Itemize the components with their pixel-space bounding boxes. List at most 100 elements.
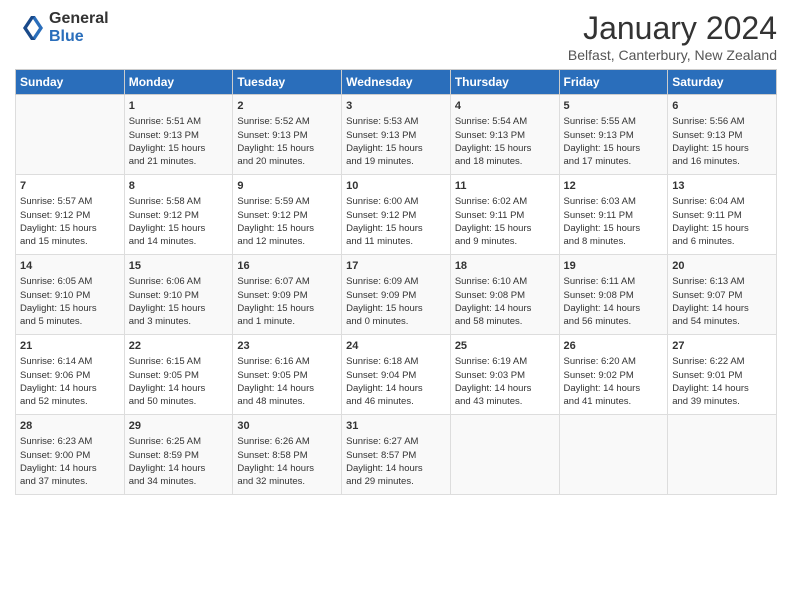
week-row-0: 1Sunrise: 5:51 AM Sunset: 9:13 PM Daylight… [16,95,777,175]
calendar-cell [668,415,777,495]
cell-text: Sunrise: 6:02 AM [455,195,555,208]
calendar-cell: 18Sunrise: 6:10 AMSunset: 9:08 PMDayligh… [450,255,559,335]
cell-text: Sunrise: 6:05 AM [20,275,120,288]
cell-text: Sunset: 9:09 PM [237,289,337,302]
cell-text: and 12 minutes. [237,235,337,248]
cell-text: Sunset: 9:10 PM [129,289,229,302]
cell-text: Sunset: 8:57 PM [346,449,446,462]
cell-text: and 17 minutes. [564,155,664,168]
cell-text: Daylight: 15 hours [237,142,337,155]
header: General Blue January 2024 Belfast, Cante… [15,10,777,63]
cell-text: Sunrise: 6:26 AM [237,435,337,448]
cell-text: Daylight: 14 hours [237,382,337,395]
cell-text: and 58 minutes. [455,315,555,328]
cell-text: Sunrise: 5:57 AM [20,195,120,208]
calendar-cell: 8Sunrise: 5:58 AMSunset: 9:12 PMDaylight… [124,175,233,255]
cell-text: Sunrise: 5:51 AM [129,115,229,128]
calendar-cell: 9Sunrise: 5:59 AMSunset: 9:12 PMDaylight… [233,175,342,255]
calendar-title: January 2024 [568,10,777,47]
col-tuesday: Tuesday [233,70,342,95]
calendar-cell: 14Sunrise: 6:05 AMSunset: 9:10 PMDayligh… [16,255,125,335]
cell-text: Sunrise: 6:20 AM [564,355,664,368]
calendar-cell [450,415,559,495]
cell-text: and 46 minutes. [346,395,446,408]
cell-text: and 9 minutes. [455,235,555,248]
cell-text: Sunrise: 5:58 AM [129,195,229,208]
calendar-cell: 11Sunrise: 6:02 AMSunset: 9:11 PMDayligh… [450,175,559,255]
cell-text: Daylight: 15 hours [237,302,337,315]
logo-general: General [49,10,109,28]
cell-text: Sunset: 9:01 PM [672,369,772,382]
cell-text: Sunset: 9:05 PM [237,369,337,382]
week-row-3: 21Sunrise: 6:14 AMSunset: 9:06 PMDayligh… [16,335,777,415]
cell-text: Sunset: 9:12 PM [346,209,446,222]
day-number: 5 [564,99,664,114]
cell-text: Sunrise: 6:09 AM [346,275,446,288]
calendar-cell: 25Sunrise: 6:19 AMSunset: 9:03 PMDayligh… [450,335,559,415]
cell-text: Daylight: 14 hours [564,302,664,315]
day-number: 20 [672,259,772,274]
cell-text: Daylight: 14 hours [564,382,664,395]
cell-text: Sunset: 9:00 PM [20,449,120,462]
cell-text: Daylight: 14 hours [672,302,772,315]
calendar-cell: 23Sunrise: 6:16 AMSunset: 9:05 PMDayligh… [233,335,342,415]
calendar-cell: 5Sunrise: 5:55 AMSunset: 9:13 PMDaylight… [559,95,668,175]
calendar-cell [559,415,668,495]
calendar-table: Sunday Monday Tuesday Wednesday Thursday… [15,69,777,495]
header-row: Sunday Monday Tuesday Wednesday Thursday… [16,70,777,95]
cell-text: and 16 minutes. [672,155,772,168]
day-number: 30 [237,419,337,434]
cell-text: Sunrise: 6:04 AM [672,195,772,208]
day-number: 31 [346,419,446,434]
cell-text: Sunset: 9:12 PM [20,209,120,222]
day-number: 28 [20,419,120,434]
cell-text: and 20 minutes. [237,155,337,168]
cell-text: Sunrise: 5:55 AM [564,115,664,128]
cell-text: Sunset: 9:07 PM [672,289,772,302]
week-row-2: 14Sunrise: 6:05 AM Sunset: 9:10 PM Dayligh… [16,255,777,335]
cell-text: Daylight: 14 hours [20,462,120,475]
cell-text: Sunset: 9:13 PM [672,129,772,142]
cell-text: Daylight: 15 hours [346,222,446,235]
cell-text: Sunset: 9:13 PM [564,129,664,142]
logo: General Blue [15,10,109,46]
day-number: 1 [129,99,229,114]
cell-text: and 8 minutes. [564,235,664,248]
calendar-cell: 20Sunrise: 6:13 AMSunset: 9:07 PMDayligh… [668,255,777,335]
cell-text: Daylight: 15 hours [672,222,772,235]
cell-text: Sunrise: 6:06 AM [129,275,229,288]
calendar-cell: 29Sunrise: 6:25 AMSunset: 8:59 PMDayligh… [124,415,233,495]
cell-text: Sunrise: 6:22 AM [672,355,772,368]
calendar-cell: 17Sunrise: 6:09 AMSunset: 9:09 PMDayligh… [342,255,451,335]
col-friday: Friday [559,70,668,95]
calendar-cell: 19Sunrise: 6:11 AMSunset: 9:08 PMDayligh… [559,255,668,335]
cell-text: Daylight: 15 hours [129,142,229,155]
cell-text: Sunrise: 5:56 AM [672,115,772,128]
cell-text: Sunset: 9:05 PM [129,369,229,382]
calendar-cell: 30Sunrise: 6:26 AMSunset: 8:58 PMDayligh… [233,415,342,495]
cell-text: Daylight: 15 hours [346,142,446,155]
day-number: 6 [672,99,772,114]
day-number: 24 [346,339,446,354]
day-number: 8 [129,179,229,194]
cell-text: Sunset: 9:11 PM [564,209,664,222]
calendar-cell: 6Sunrise: 5:56 AMSunset: 9:13 PMDaylight… [668,95,777,175]
cell-text: Sunset: 8:58 PM [237,449,337,462]
cell-text: Sunrise: 6:11 AM [564,275,664,288]
cell-text: Daylight: 15 hours [564,222,664,235]
day-number: 9 [237,179,337,194]
cell-text: and 52 minutes. [20,395,120,408]
cell-text: and 39 minutes. [672,395,772,408]
day-number: 3 [346,99,446,114]
cell-text: Sunrise: 5:52 AM [237,115,337,128]
cell-text: Sunrise: 6:00 AM [346,195,446,208]
calendar-cell: 3Sunrise: 5:53 AMSunset: 9:13 PMDaylight… [342,95,451,175]
cell-text: Sunset: 8:59 PM [129,449,229,462]
day-number: 12 [564,179,664,194]
cell-text: Sunset: 9:12 PM [237,209,337,222]
cell-text: and 32 minutes. [237,475,337,488]
cell-text: and 21 minutes. [129,155,229,168]
cell-text: Sunrise: 6:14 AM [20,355,120,368]
page-container: General Blue January 2024 Belfast, Cante… [0,0,792,505]
day-number: 14 [20,259,120,274]
